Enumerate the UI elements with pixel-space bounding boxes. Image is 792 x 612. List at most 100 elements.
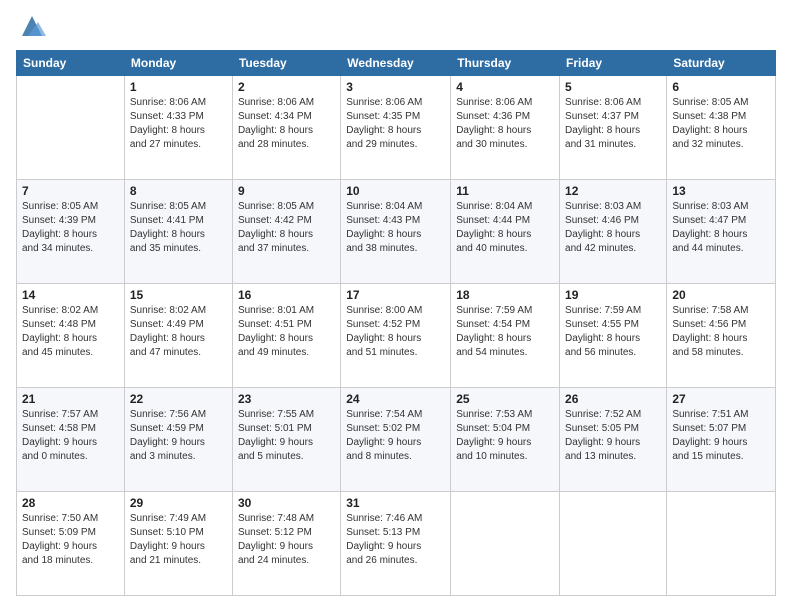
table-row: 19 Sunrise: 7:59 AMSunset: 4:55 PMDayligh… xyxy=(560,284,667,388)
day-info: Sunrise: 7:55 AMSunset: 5:01 PMDaylight:… xyxy=(238,408,335,464)
day-number: 17 xyxy=(346,288,445,302)
day-number: 8 xyxy=(130,184,227,198)
day-info: Sunrise: 7:48 AMSunset: 5:12 PMDaylight:… xyxy=(238,512,335,568)
table-row xyxy=(667,492,776,596)
table-row: 1Sunrise: 8:06 AMSunset: 4:33 PMDaylight… xyxy=(124,76,232,180)
table-row: 23 Sunrise: 7:55 AMSunset: 5:01 PMDayligh… xyxy=(232,388,340,492)
day-info: Sunrise: 8:06 AMSunset: 4:34 PMDaylight:… xyxy=(238,96,335,152)
table-row: 17 Sunrise: 8:00 AMSunset: 4:52 PMDayligh… xyxy=(341,284,451,388)
table-row xyxy=(17,76,125,180)
table-row: 30 Sunrise: 7:48 AMSunset: 5:12 PMDayligh… xyxy=(232,492,340,596)
day-number: 31 xyxy=(346,496,445,510)
table-row: 2 Sunrise: 8:06 AMSunset: 4:34 PMDaylight… xyxy=(232,76,340,180)
day-number: 29 xyxy=(130,496,227,510)
col-thursday: Thursday xyxy=(451,51,560,76)
table-row: 29 Sunrise: 7:49 AMSunset: 5:10 PMDayligh… xyxy=(124,492,232,596)
table-row: 12 Sunrise: 8:03 AMSunset: 4:46 PMDayligh… xyxy=(560,180,667,284)
col-friday: Friday xyxy=(560,51,667,76)
col-sunday: Sunday xyxy=(17,51,125,76)
table-row: 10 Sunrise: 8:04 AMSunset: 4:43 PMDayligh… xyxy=(341,180,451,284)
day-info: Sunrise: 8:05 AMSunset: 4:42 PMDaylight:… xyxy=(238,200,335,256)
day-info: Sunrise: 7:57 AMSunset: 4:58 PMDaylight:… xyxy=(22,408,119,464)
day-info: Sunrise: 7:51 AMSunset: 5:07 PMDaylight:… xyxy=(672,408,770,464)
table-row: 9 Sunrise: 8:05 AMSunset: 4:42 PMDaylight… xyxy=(232,180,340,284)
table-row xyxy=(451,492,560,596)
table-row: 27 Sunrise: 7:51 AMSunset: 5:07 PMDayligh… xyxy=(667,388,776,492)
day-number: 2 xyxy=(238,80,335,94)
day-info: Sunrise: 7:58 AMSunset: 4:56 PMDaylight:… xyxy=(672,304,770,360)
col-saturday: Saturday xyxy=(667,51,776,76)
week-row-2: 7 Sunrise: 8:05 AMSunset: 4:39 PMDaylight… xyxy=(17,180,776,284)
day-number: 11 xyxy=(456,184,554,198)
week-row-1: 1Sunrise: 8:06 AMSunset: 4:33 PMDaylight… xyxy=(17,76,776,180)
day-number: 10 xyxy=(346,184,445,198)
table-row: 15 Sunrise: 8:02 AMSunset: 4:49 PMDayligh… xyxy=(124,284,232,388)
day-info: Sunrise: 7:49 AMSunset: 5:10 PMDaylight:… xyxy=(130,512,227,568)
col-wednesday: Wednesday xyxy=(341,51,451,76)
day-number: 4 xyxy=(456,80,554,94)
day-info: Sunrise: 7:59 AMSunset: 4:55 PMDaylight:… xyxy=(565,304,661,360)
day-number: 5 xyxy=(565,80,661,94)
day-number: 18 xyxy=(456,288,554,302)
table-row: 6 Sunrise: 8:05 AMSunset: 4:38 PMDaylight… xyxy=(667,76,776,180)
day-number: 25 xyxy=(456,392,554,406)
logo-icon xyxy=(18,12,46,40)
table-row: 31Sunrise: 7:46 AMSunset: 5:13 PMDayligh… xyxy=(341,492,451,596)
day-number: 15 xyxy=(130,288,227,302)
day-number: 6 xyxy=(672,80,770,94)
day-info: Sunrise: 7:52 AMSunset: 5:05 PMDaylight:… xyxy=(565,408,661,464)
day-info: Sunrise: 8:04 AMSunset: 4:44 PMDaylight:… xyxy=(456,200,554,256)
day-info: Sunrise: 7:53 AMSunset: 5:04 PMDaylight:… xyxy=(456,408,554,464)
page: Sunday Monday Tuesday Wednesday Thursday… xyxy=(0,0,792,612)
day-number: 7 xyxy=(22,184,119,198)
table-row: 20 Sunrise: 7:58 AMSunset: 4:56 PMDayligh… xyxy=(667,284,776,388)
day-info: Sunrise: 8:02 AMSunset: 4:49 PMDaylight:… xyxy=(130,304,227,360)
day-number: 28 xyxy=(22,496,119,510)
day-number: 30 xyxy=(238,496,335,510)
day-info: Sunrise: 8:06 AMSunset: 4:37 PMDaylight:… xyxy=(565,96,661,152)
table-row: 11 Sunrise: 8:04 AMSunset: 4:44 PMDayligh… xyxy=(451,180,560,284)
day-info: Sunrise: 8:06 AMSunset: 4:35 PMDaylight:… xyxy=(346,96,445,152)
table-row: 25 Sunrise: 7:53 AMSunset: 5:04 PMDayligh… xyxy=(451,388,560,492)
logo xyxy=(16,16,46,40)
table-row: 24 Sunrise: 7:54 AMSunset: 5:02 PMDayligh… xyxy=(341,388,451,492)
day-number: 14 xyxy=(22,288,119,302)
week-row-3: 14Sunrise: 8:02 AMSunset: 4:48 PMDayligh… xyxy=(17,284,776,388)
table-row: 14Sunrise: 8:02 AMSunset: 4:48 PMDayligh… xyxy=(17,284,125,388)
day-number: 23 xyxy=(238,392,335,406)
day-info: Sunrise: 8:00 AMSunset: 4:52 PMDaylight:… xyxy=(346,304,445,360)
day-number: 20 xyxy=(672,288,770,302)
table-row: 26 Sunrise: 7:52 AMSunset: 5:05 PMDayligh… xyxy=(560,388,667,492)
day-info: Sunrise: 8:03 AMSunset: 4:46 PMDaylight:… xyxy=(565,200,661,256)
table-row: 4Sunrise: 8:06 AMSunset: 4:36 PMDaylight… xyxy=(451,76,560,180)
col-tuesday: Tuesday xyxy=(232,51,340,76)
day-number: 21 xyxy=(22,392,119,406)
day-info: Sunrise: 8:05 AMSunset: 4:41 PMDaylight:… xyxy=(130,200,227,256)
table-row: 22 Sunrise: 7:56 AMSunset: 4:59 PMDayligh… xyxy=(124,388,232,492)
week-row-4: 21 Sunrise: 7:57 AMSunset: 4:58 PMDayligh… xyxy=(17,388,776,492)
day-number: 16 xyxy=(238,288,335,302)
day-info: Sunrise: 8:03 AMSunset: 4:47 PMDaylight:… xyxy=(672,200,770,256)
header-row: Sunday Monday Tuesday Wednesday Thursday… xyxy=(17,51,776,76)
day-number: 26 xyxy=(565,392,661,406)
day-number: 3 xyxy=(346,80,445,94)
day-info: Sunrise: 7:50 AMSunset: 5:09 PMDaylight:… xyxy=(22,512,119,568)
table-row: 7 Sunrise: 8:05 AMSunset: 4:39 PMDaylight… xyxy=(17,180,125,284)
day-info: Sunrise: 7:56 AMSunset: 4:59 PMDaylight:… xyxy=(130,408,227,464)
day-info: Sunrise: 8:06 AMSunset: 4:33 PMDaylight:… xyxy=(130,96,227,152)
day-number: 9 xyxy=(238,184,335,198)
table-row: 5 Sunrise: 8:06 AMSunset: 4:37 PMDaylight… xyxy=(560,76,667,180)
day-info: Sunrise: 8:01 AMSunset: 4:51 PMDaylight:… xyxy=(238,304,335,360)
day-number: 22 xyxy=(130,392,227,406)
day-info: Sunrise: 8:05 AMSunset: 4:39 PMDaylight:… xyxy=(22,200,119,256)
week-row-5: 28 Sunrise: 7:50 AMSunset: 5:09 PMDayligh… xyxy=(17,492,776,596)
day-number: 27 xyxy=(672,392,770,406)
day-info: Sunrise: 7:59 AMSunset: 4:54 PMDaylight:… xyxy=(456,304,554,360)
day-number: 12 xyxy=(565,184,661,198)
day-number: 19 xyxy=(565,288,661,302)
day-number: 24 xyxy=(346,392,445,406)
table-row: 28 Sunrise: 7:50 AMSunset: 5:09 PMDayligh… xyxy=(17,492,125,596)
day-info: Sunrise: 8:05 AMSunset: 4:38 PMDaylight:… xyxy=(672,96,770,152)
day-info: Sunrise: 8:04 AMSunset: 4:43 PMDaylight:… xyxy=(346,200,445,256)
day-info: Sunrise: 7:54 AMSunset: 5:02 PMDaylight:… xyxy=(346,408,445,464)
